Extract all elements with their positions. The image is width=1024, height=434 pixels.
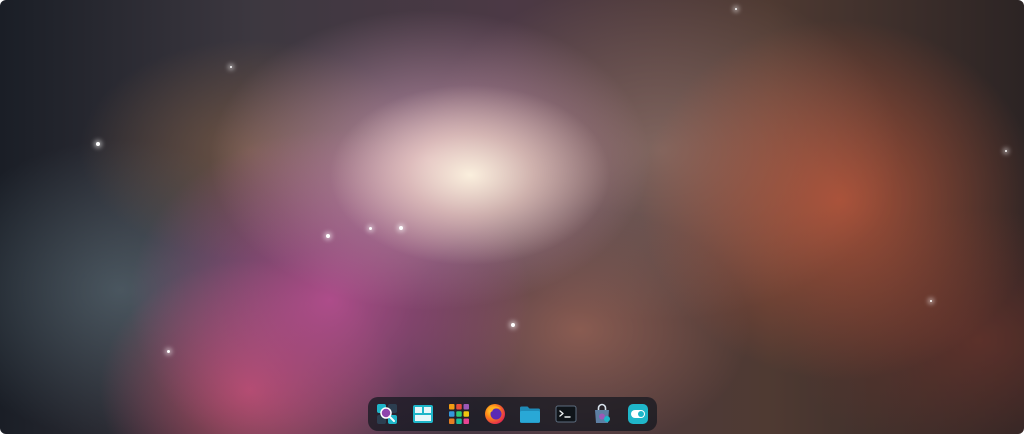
star xyxy=(930,300,932,302)
app-grid-icon xyxy=(448,404,469,424)
dock-item-firefox[interactable] xyxy=(482,401,508,427)
dock-item-app-launcher[interactable] xyxy=(374,401,400,427)
nebula-wallpaper xyxy=(0,0,1024,434)
star xyxy=(399,226,403,230)
terminal-icon xyxy=(555,405,577,423)
star xyxy=(369,227,372,230)
workspaces-icon xyxy=(412,405,433,423)
star xyxy=(167,350,170,353)
star xyxy=(1005,150,1007,152)
star xyxy=(326,234,330,238)
dock-item-app-grid[interactable] xyxy=(446,401,472,427)
star xyxy=(511,323,515,327)
dock-item-files[interactable] xyxy=(517,401,543,427)
dock-item-store[interactable] xyxy=(589,401,615,427)
dock-item-terminal[interactable] xyxy=(553,401,579,427)
dock-item-settings[interactable] xyxy=(625,401,651,427)
dock-item-workspaces[interactable] xyxy=(410,401,436,427)
folder-icon xyxy=(520,406,541,423)
desktop[interactable] xyxy=(0,0,1024,434)
firefox-icon xyxy=(484,404,505,424)
toggle-icon xyxy=(627,404,648,424)
star xyxy=(230,66,232,68)
star xyxy=(735,8,737,10)
store-icon xyxy=(595,403,611,423)
dock xyxy=(368,397,657,431)
search-apps-icon xyxy=(377,404,397,424)
star xyxy=(96,142,100,146)
